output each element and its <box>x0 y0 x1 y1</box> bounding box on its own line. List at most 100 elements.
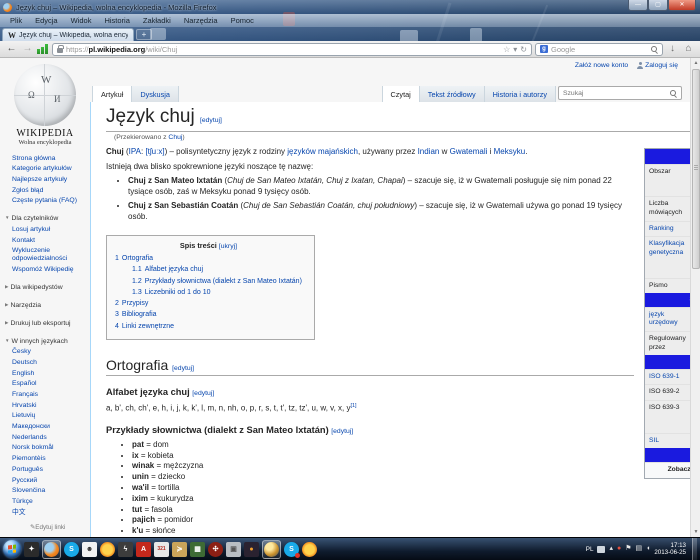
taskbar-icon-orb-active[interactable] <box>262 540 281 559</box>
show-desktop-button[interactable] <box>692 538 697 560</box>
taskbar-icon-skype-notify[interactable]: S <box>284 542 299 557</box>
wikipedia-wordmark[interactable]: WIKIPEDIA <box>0 128 90 139</box>
google-engine-icon[interactable]: g <box>540 45 548 53</box>
taskbar-icon-adobe-reader[interactable]: A <box>136 542 151 557</box>
interwiki-cs[interactable]: Česky <box>0 347 90 358</box>
menu-historia[interactable]: Historia <box>98 15 135 26</box>
wiki-search-input[interactable] <box>563 90 670 97</box>
create-account-link[interactable]: Załóż nowe konto <box>575 62 628 69</box>
scroll-up-arrow[interactable]: ▲ <box>691 58 700 68</box>
taskbar-icon-messenger[interactable]: ☻ <box>82 542 97 557</box>
menu-edycja[interactable]: Edycja <box>29 15 64 26</box>
wiki-search-box[interactable] <box>558 86 682 100</box>
network-tray-icon[interactable]: ▤ <box>635 545 642 553</box>
scrollbar-thumb[interactable] <box>692 69 700 269</box>
interwiki-de[interactable]: Deutsch <box>0 357 90 368</box>
reload-icon[interactable]: ↻ <box>520 44 527 55</box>
toc-item[interactable]: 3Bibliografia <box>115 309 302 320</box>
interwiki-mk[interactable]: Македонски <box>0 422 90 433</box>
printer-tray-icon[interactable] <box>597 546 605 553</box>
home-icon[interactable]: ⌂ <box>682 42 695 56</box>
menu-widok[interactable]: Widok <box>65 15 98 26</box>
flag-tray-icon[interactable]: ⚑ <box>625 545 631 553</box>
tray-expand-icon[interactable]: ▴ <box>609 545 613 553</box>
taskbar-icon-figure-app[interactable]: ϟ <box>118 542 133 557</box>
interwiki-es[interactable]: Español <box>0 379 90 390</box>
interwiki-en[interactable]: English <box>0 368 90 379</box>
redirect-link[interactable]: Chuj <box>168 134 182 141</box>
sidebar-section-narzedzia[interactable]: ▶Narzędzia <box>0 300 90 311</box>
interwiki-zh[interactable]: 中文 <box>0 507 90 518</box>
browser-search-bar[interactable]: g Google <box>535 43 663 56</box>
addon-bars-icon[interactable] <box>37 44 49 54</box>
tab-czytaj[interactable]: Czytaj <box>382 86 419 102</box>
interwiki-no[interactable]: Norsk bokmål <box>0 443 90 454</box>
taskbar-icon-terrain-app[interactable]: ▦ <box>190 542 205 557</box>
sidebar-item-losuj[interactable]: Losuj artykuł <box>0 224 90 235</box>
back-button[interactable]: ← <box>5 42 18 56</box>
toc-toggle[interactable]: [ukryj] <box>219 243 237 250</box>
mayan-languages-link[interactable]: języków majańskich <box>287 147 358 156</box>
sidebar-item-kontakt[interactable]: Kontakt <box>0 235 90 246</box>
tab-historia[interactable]: Historia i autorzy <box>484 86 556 102</box>
interwiki-sk[interactable]: Slovenčina <box>0 486 90 497</box>
interwiki-pms[interactable]: Piemontèis <box>0 454 90 465</box>
sidebar-item-najlepsze[interactable]: Najlepsze artykuły <box>0 174 90 185</box>
taskbar-icon-app-dark[interactable]: ✦ <box>24 542 39 557</box>
edit-interwiki-links[interactable]: ✎Edytuj linki <box>0 524 90 531</box>
interwiki-tr[interactable]: Türkçe <box>0 496 90 507</box>
toc-item[interactable]: 2Przypisy <box>115 298 302 309</box>
interwiki-lt[interactable]: Lietuvių <box>0 411 90 422</box>
sidebar-item-kategorie[interactable]: Kategorie artykułów <box>0 164 90 175</box>
url-bar[interactable]: https://pl.wikipedia.org/wiki/Chuj ☆ ▾ ↻ <box>52 43 532 56</box>
edit-section-link[interactable]: [edytuj] <box>200 117 222 124</box>
interwiki-fr[interactable]: Français <box>0 389 90 400</box>
taskbar-icon-firefox-active[interactable] <box>42 540 61 559</box>
taskbar-icon-fan-app[interactable]: ✣ <box>208 542 223 557</box>
guatemala-link[interactable]: Gwatemali <box>450 147 488 156</box>
taskbar-icon-game[interactable]: ≽ <box>172 542 187 557</box>
scroll-down-arrow[interactable]: ▼ <box>691 527 700 537</box>
login-link[interactable]: Zaloguj się <box>637 62 678 69</box>
toc-item[interactable]: 1.2Przykłady słownictwa (dialekt z San M… <box>115 276 302 287</box>
interwiki-nl[interactable]: Nederlands <box>0 432 90 443</box>
edit-section-link[interactable]: [edytuj] <box>331 428 353 435</box>
indians-link[interactable]: Indian <box>418 147 440 156</box>
menu-narzedzia[interactable]: Narzędzia <box>178 15 224 26</box>
minimize-button[interactable]: — <box>628 0 648 11</box>
ipa-transcription-link[interactable]: [tʃuːx] <box>145 147 164 156</box>
toc-item[interactable]: 1Ortografia <box>115 253 302 264</box>
reference-link[interactable]: [1] <box>350 403 356 409</box>
sidebar-section-czytelnicy[interactable]: ▼Dla czytelników <box>0 213 90 224</box>
sidebar-item-zglos-blad[interactable]: Zgłoś błąd <box>0 185 90 196</box>
forward-button[interactable]: → <box>21 42 34 56</box>
downloads-icon[interactable]: ↓ <box>666 42 679 56</box>
sidebar-section-drukuj[interactable]: ▶Drukuj lub eksportuj <box>0 318 90 329</box>
wiki-search-icon[interactable] <box>670 90 677 97</box>
sidebar-item-wykluczenie[interactable]: Wykluczenie odpowiedzialności <box>0 246 84 264</box>
infobox-label-link[interactable]: język urzędowy <box>649 311 678 327</box>
close-button[interactable]: ✕ <box>668 0 696 11</box>
vertical-scrollbar[interactable]: ▲ ▼ <box>690 58 700 537</box>
new-tab-button[interactable]: + <box>136 29 152 40</box>
toc-item[interactable]: 1.1Alfabet języka chuj <box>115 264 302 275</box>
sidebar-item-wspomoz[interactable]: Wspomóż Wikipedię <box>0 264 90 275</box>
infobox-label-link[interactable]: Ranking <box>649 225 674 232</box>
taskbar-icon-skype[interactable]: S <box>64 542 79 557</box>
edit-section-link[interactable]: [edytuj] <box>192 390 214 397</box>
sidebar-section-wikipedysci[interactable]: ▶Dla wikipedystów <box>0 282 90 293</box>
edit-section-link[interactable]: [edytuj] <box>172 365 194 372</box>
interwiki-pt[interactable]: Português <box>0 464 90 475</box>
bookmark-star-icon[interactable]: ☆ <box>503 44 510 55</box>
taskbar-clock[interactable]: 17:13 2013-06-25 <box>654 542 688 557</box>
interwiki-ru[interactable]: Русский <box>0 475 90 486</box>
ipa-link[interactable]: IPA <box>129 147 141 156</box>
menu-zakladki[interactable]: Zakładki <box>137 15 177 26</box>
interwiki-hr[interactable]: Hrvatski <box>0 400 90 411</box>
toc-item[interactable]: 4Linki zewnętrzne <box>115 321 302 332</box>
menu-pomoc[interactable]: Pomoc <box>225 15 260 26</box>
sidebar-item-faq[interactable]: Częste pytania (FAQ) <box>0 196 90 207</box>
tab-dyskusja[interactable]: Dyskusja <box>131 86 179 102</box>
wikipedia-globe-logo[interactable]: W Ω И <box>14 64 76 126</box>
mexico-link[interactable]: Meksyku <box>494 147 526 156</box>
